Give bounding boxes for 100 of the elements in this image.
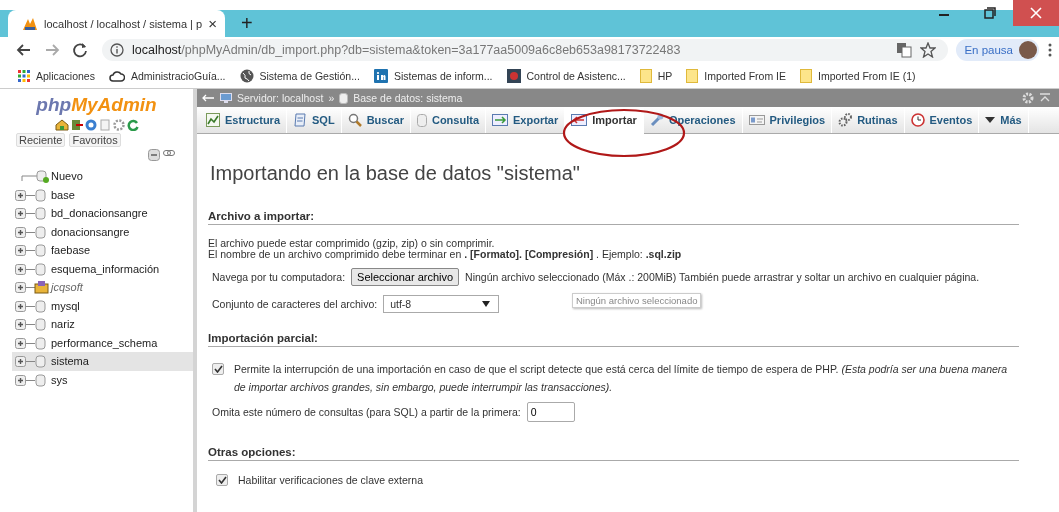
page-heading: Importando en la base de datos "sistema" (210, 162, 581, 185)
logo-icon (22, 16, 38, 31)
database-tree-item[interactable]: nariz (12, 315, 193, 334)
file-status-text: Ningún archivo seleccionado (Máx .: 200MiB) También puede arrastrar y soltar un archivo en cualquier página. (465, 271, 980, 283)
gear-icon[interactable] (112, 119, 125, 131)
collapse-arrow-icon[interactable] (1039, 93, 1051, 103)
database-tree-item[interactable]: Nuevo (12, 167, 193, 186)
linkedin-icon (373, 68, 388, 83)
menu-tab[interactable]: Privilegios (742, 107, 833, 133)
menu-tab[interactable]: Estructura (200, 107, 288, 133)
database-name: bd_donacionsangre (51, 207, 148, 220)
star-icon[interactable] (920, 42, 937, 58)
charset-dropdown[interactable]: utf-8 (383, 295, 500, 313)
bookmark-item[interactable]: HP (639, 68, 673, 83)
skip-queries-field[interactable]: 0 (526, 402, 575, 422)
database-name: esquema_información (51, 262, 160, 275)
checkbox[interactable] (216, 474, 228, 486)
database-icon (339, 92, 349, 104)
sidebar-tab-button[interactable]: Favoritos (69, 133, 121, 147)
sidebar-tab-button[interactable]: Reciente (16, 133, 66, 147)
field-label: Navega por tu computadora: (212, 271, 346, 283)
database-tree-item[interactable]: sys (12, 370, 193, 389)
database-tree-item[interactable]: esquema_información (12, 259, 193, 278)
select-file-button[interactable]: Seleccionar archivo (351, 268, 460, 286)
menu-tab[interactable]: SQL (287, 107, 342, 133)
menu-tab[interactable]: Exportar (486, 107, 566, 133)
database-name: jcqsoft (51, 281, 83, 294)
database-tree-item[interactable]: donacionsangre (12, 222, 193, 241)
bookmark-label: HP (657, 69, 673, 82)
bookmark-item[interactable]: Imported From IE (1) (800, 68, 916, 83)
settings-icon[interactable] (1022, 92, 1034, 104)
database-tree-item[interactable]: performance_schema (12, 333, 193, 352)
address-bar[interactable]: localhost/phpMyAdmin/db_import.php?db=sistema&token=3a177aa5009a6c8eb653a98173722483 (102, 39, 949, 61)
help-icon[interactable] (84, 119, 97, 131)
menu-tab[interactable]: Importar (565, 107, 644, 134)
import-icon (571, 114, 588, 126)
field-label: Conjunto de caracteres del archivo: (212, 298, 378, 310)
menu-tab[interactable]: Consulta (410, 107, 486, 133)
avatar (1019, 41, 1037, 59)
phpmyadmin-logo[interactable]: phpMyAdmin (0, 94, 193, 116)
bookmark-item[interactable]: Sistema de Gestión... (239, 68, 360, 83)
database-tree-item[interactable]: bd_donacionsangre (12, 204, 193, 223)
database-name: sys (51, 373, 68, 386)
folder-icon (639, 68, 652, 83)
tooltip: Ningún archivo seleccionado (572, 293, 702, 308)
section-title: Otras opciones: (208, 446, 1019, 461)
home-icon[interactable] (54, 119, 69, 131)
export-icon (492, 114, 508, 126)
database-tree-item[interactable]: faebase (12, 241, 193, 260)
new-tab-button[interactable]: + (240, 12, 253, 35)
database-tree-item[interactable]: mysql (12, 296, 193, 315)
browser-tab[interactable]: localhost / localhost / sistema | p × (8, 10, 225, 37)
clock-icon (910, 113, 925, 127)
field-label: Omita este número de consultas (para SQL) a partir de la primera: (212, 406, 521, 418)
database-tree-item[interactable]: jcqsoft (12, 278, 193, 297)
menu-icon[interactable] (1047, 42, 1053, 58)
bookmark-item[interactable]: AdministracioGuía... (108, 69, 226, 82)
link-icon[interactable] (163, 149, 175, 157)
close-tab-button[interactable]: × (208, 15, 217, 32)
id-card-icon (748, 114, 765, 126)
bookmark-item[interactable]: Control de Asistenc... (506, 68, 626, 83)
checkbox-label: Habilitar verificaciones de clave externa (238, 474, 423, 486)
bookmark-item[interactable]: Aplicaciones (18, 69, 95, 82)
profile-button[interactable]: En pausa (956, 39, 1039, 61)
menu-tab[interactable]: Eventos (904, 107, 980, 133)
folder-icon (686, 68, 699, 83)
folder-icon (800, 68, 813, 83)
chart-icon (206, 113, 220, 127)
database-name: Nuevo (51, 170, 83, 183)
database-name: nariz (51, 318, 75, 331)
database-icon (416, 113, 427, 127)
collapse-icon[interactable] (148, 149, 160, 161)
bookmark-item[interactable]: Sistemas de inform... (373, 68, 493, 83)
caret-icon (985, 116, 996, 124)
database-name: sistema (51, 355, 89, 368)
menu-tab[interactable]: Rutinas (832, 107, 905, 133)
help-text: El archivo puede estar comprimido (gzip, zip) o sin comprimir. (208, 238, 495, 249)
exit-icon[interactable] (70, 119, 83, 131)
bookmark-item[interactable]: Imported From IE (686, 68, 787, 83)
reload-icon[interactable] (70, 40, 90, 60)
database-name: faebase (51, 244, 91, 257)
database-name: performance_schema (51, 336, 158, 349)
translate-icon[interactable] (896, 42, 913, 58)
breadcrumb-separator: » (328, 92, 335, 104)
checkbox[interactable] (212, 363, 224, 375)
database-tree-item[interactable]: sistema (12, 352, 193, 371)
database-tree-item[interactable]: base (12, 185, 193, 204)
cloud-icon (108, 69, 125, 82)
bookmark-label: AdministracioGuía... (130, 69, 226, 82)
menu-tab[interactable]: Buscar (341, 107, 411, 133)
bookmark-label: Imported From IE (1) (818, 69, 916, 82)
menu-tab[interactable]: Más (979, 107, 1029, 133)
help-text: El nombre de un archivo comprimido debe terminar en . [Formato]. [Compresión] . Ejemplo: .sql.zip (208, 249, 683, 260)
globe-icon (239, 68, 254, 83)
database-name: base (51, 188, 75, 201)
database-name: mysql (51, 299, 80, 312)
tab-title: localhost / localhost / sistema | p (44, 17, 203, 30)
bookmark-label: Sistema de Gestión... (259, 69, 360, 82)
apps-grid-icon (18, 69, 30, 82)
app-icon (506, 68, 521, 83)
